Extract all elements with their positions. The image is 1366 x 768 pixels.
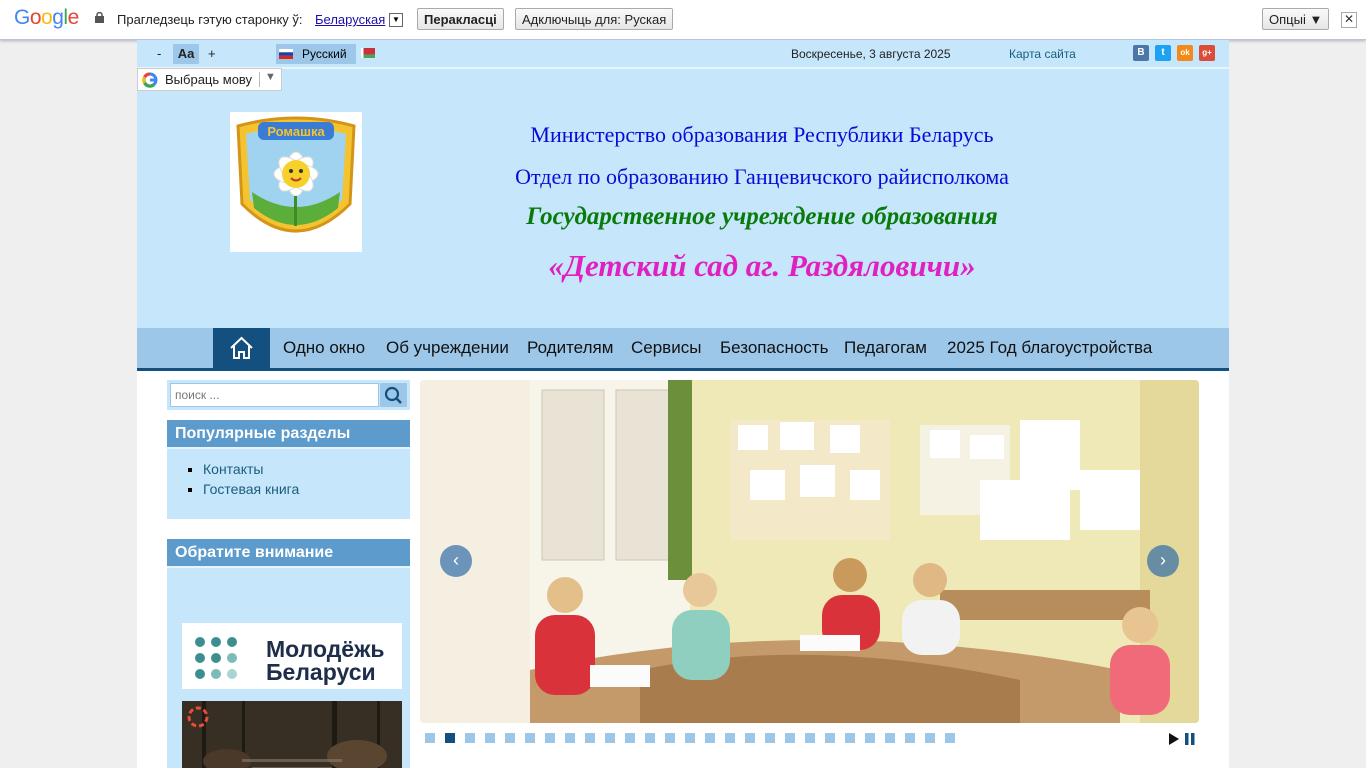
close-icon[interactable]: ✕ (1341, 12, 1357, 28)
slider-dot[interactable] (885, 733, 895, 743)
slider-dot[interactable] (785, 733, 795, 743)
nav-item-safety[interactable]: Безопасность (720, 338, 828, 358)
nav-item-services[interactable]: Сервисы (631, 338, 701, 358)
slider-dot[interactable] (725, 733, 735, 743)
slider-dot[interactable] (945, 733, 955, 743)
regional-platform-banner[interactable] (182, 701, 402, 768)
slider-dot[interactable] (585, 733, 595, 743)
slider-dot[interactable] (565, 733, 575, 743)
dots-logo-icon (195, 637, 237, 679)
institution-type: Государственное учреждение образования (526, 203, 998, 230)
russia-flag-icon (279, 49, 293, 59)
nav-item-about[interactable]: Об учреждении (386, 338, 509, 358)
slider-dot[interactable] (505, 733, 515, 743)
odnoklassniki-icon[interactable]: ok (1177, 45, 1193, 61)
pause-icon[interactable] (1184, 732, 1196, 746)
search-input[interactable]: поиск ... (170, 383, 379, 407)
google-plus-icon[interactable]: g+ (1199, 45, 1215, 61)
slider-dot[interactable] (865, 733, 875, 743)
department-title: Отдел по образованию Ганцевичского райис… (515, 164, 1009, 189)
language-dropdown-icon[interactable]: ▼ (389, 13, 403, 27)
translate-prompt: Прагледзець гэтую старонку ў: (117, 12, 303, 27)
banner-title-line2: Беларуси (266, 659, 376, 685)
slider-prev-button[interactable]: ‹ (440, 545, 472, 577)
kids-classroom-photo (420, 380, 1199, 723)
bison-forest-image (182, 701, 402, 768)
language-russian[interactable]: Русский (276, 44, 356, 64)
lock-icon (95, 12, 104, 23)
page: - Aa + Русский Воскресенье, 3 августа 20… (137, 40, 1229, 768)
divider (259, 72, 260, 87)
vk-icon[interactable]: В (1133, 45, 1149, 61)
search-box: поиск ... (167, 380, 410, 410)
slider-dot[interactable] (445, 733, 455, 743)
list-item-guestbook[interactable]: Гостевая книга (203, 479, 410, 499)
nav-item-year-2025[interactable]: 2025 Год благоустройства (947, 338, 1152, 358)
nav-home[interactable] (213, 328, 270, 368)
chevron-down-icon: ▼ (265, 71, 276, 83)
nav-item-teachers[interactable]: Педагогам (844, 338, 927, 358)
font-normal-button[interactable]: Aa (173, 44, 199, 64)
slider-dot[interactable] (685, 733, 695, 743)
select-language-label: Выбраць мову (165, 72, 253, 87)
slider-dot[interactable] (765, 733, 775, 743)
google-g-icon (142, 72, 158, 88)
list-item-contacts[interactable]: Контакты (203, 459, 410, 479)
google-logo: Google (14, 6, 79, 29)
google-language-select[interactable]: Выбраць мову ▼ (137, 68, 282, 91)
twitter-icon[interactable]: t (1155, 45, 1171, 61)
current-date: Воскресенье, 3 августа 2025 (791, 47, 951, 61)
language-label: Русский (302, 47, 347, 61)
youth-of-belarus-banner[interactable]: Молодёжь Беларуси (182, 623, 402, 689)
slider-dot[interactable] (425, 733, 435, 743)
slider-dot[interactable] (905, 733, 915, 743)
top-strip: - Aa + Русский Воскресенье, 3 августа 20… (137, 40, 1229, 69)
photo-slider: ‹ › (420, 380, 1199, 723)
slider-dot[interactable] (625, 733, 635, 743)
translate-button[interactable]: Перакласці (417, 8, 504, 30)
daisy-shield-icon: Ромашка (236, 116, 356, 233)
kindergarten-logo: Ромашка (230, 112, 362, 252)
kindergarten-name: «Детский сад аг. Раздяловичи» (548, 248, 976, 283)
font-decrease-button[interactable]: - (157, 44, 161, 64)
slider-dot[interactable] (545, 733, 555, 743)
slider-dot[interactable] (665, 733, 675, 743)
popular-sections-panel: Популярные разделы Контакты Гостевая кни… (167, 420, 410, 519)
attention-title: Обратите внимание (167, 539, 410, 568)
slider-dot[interactable] (745, 733, 755, 743)
belarus-flag-icon[interactable] (361, 48, 375, 58)
slider-dot[interactable] (485, 733, 495, 743)
popular-sections-title: Популярные разделы (167, 420, 410, 449)
popular-sections-list: Контакты Гостевая книга (167, 449, 410, 499)
nav-item-parents[interactable]: Родителям (527, 338, 613, 358)
slider-dot[interactable] (845, 733, 855, 743)
main-nav: Одно окно Об учреждении Родителям Сервис… (137, 328, 1229, 371)
sitemap-link[interactable]: Карта сайта (1009, 47, 1076, 61)
slider-dot[interactable] (705, 733, 715, 743)
logo-text: Ромашка (267, 124, 325, 139)
disable-translate-button[interactable]: Адключыць для: Руская (515, 8, 674, 30)
slider-dot[interactable] (605, 733, 615, 743)
slider-dot[interactable] (645, 733, 655, 743)
banner-title-line1: Молодёжь (266, 636, 385, 662)
slider-dot[interactable] (825, 733, 835, 743)
language-link[interactable]: Беларуская (315, 12, 385, 27)
slider-dot[interactable] (525, 733, 535, 743)
translate-bar: Google Прагледзець гэтую старонку ў: Бел… (0, 0, 1366, 40)
slider-dot[interactable] (805, 733, 815, 743)
home-icon (230, 336, 253, 359)
main-content: поиск ... Популярные разделы Контакты Го… (137, 371, 1229, 768)
font-increase-button[interactable]: + (208, 44, 216, 64)
slider-dot[interactable] (925, 733, 935, 743)
search-button[interactable] (380, 383, 407, 407)
ministry-title: Министерство образования Республики Бела… (530, 122, 994, 147)
options-button[interactable]: Опцыі ▼ (1262, 8, 1330, 30)
search-icon (384, 386, 402, 404)
slider-dot[interactable] (465, 733, 475, 743)
nav-item-one-window[interactable]: Одно окно (283, 338, 365, 358)
slider-next-button[interactable]: › (1147, 545, 1179, 577)
play-icon[interactable] (1168, 732, 1180, 746)
